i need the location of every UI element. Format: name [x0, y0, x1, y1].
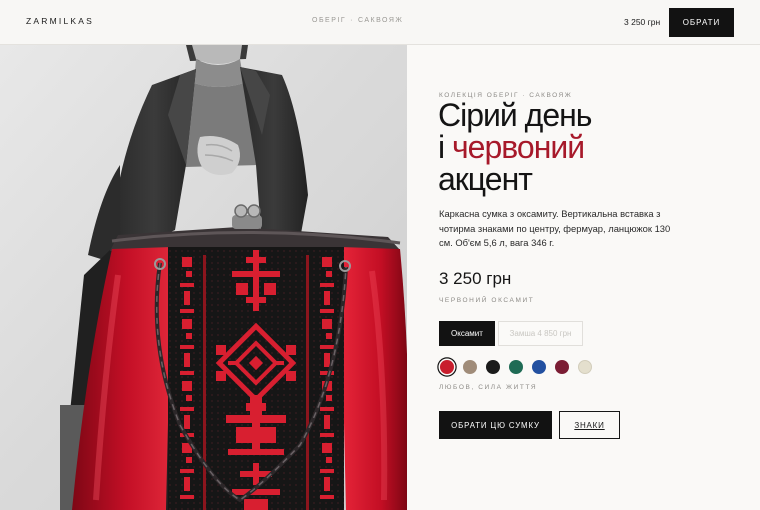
title-line-1: Сірий день [438, 97, 592, 133]
breadcrumb-item-product[interactable]: САКВОЯЖ [358, 17, 403, 24]
top-bar: ZARMILKAS ОБЕРІГ · САКВОЯЖ 3 250 грн ОБРАТ… [0, 0, 760, 45]
product-photo [0, 45, 407, 510]
swatch-green[interactable] [509, 360, 523, 374]
product-price: 3 250 грн [439, 269, 512, 288]
title-accent-word: червоний [452, 129, 585, 165]
signs-button[interactable]: ЗНАКИ [559, 411, 620, 439]
swatch-wine[interactable] [555, 360, 569, 374]
material-option-velvet[interactable]: Оксамит [439, 321, 495, 346]
swatch-taupe[interactable] [463, 360, 477, 374]
swatch-black[interactable] [486, 360, 500, 374]
sign-meaning: ЛЮБОВ, СИЛА ЖИТТЯ [439, 384, 538, 391]
title-line-2-prefix: і [438, 129, 452, 165]
swatch-red[interactable] [440, 360, 454, 374]
breadcrumb-separator: · [350, 17, 354, 24]
title-line-3: акцент [438, 161, 533, 197]
material-option-suede[interactable]: Замша 4 850 грн [498, 321, 583, 346]
header-price: 3 250 грн [624, 17, 661, 27]
product-title: Сірий день і червоний акцент [438, 99, 738, 195]
material-label: ЧЕРВОНИЙ ОКСАМИТ [439, 297, 535, 304]
breadcrumb: ОБЕРІГ · САКВОЯЖ [312, 17, 403, 24]
choose-bag-button[interactable]: ОБРАТИ ЦЮ СУМКУ [439, 411, 552, 439]
swatch-blue[interactable] [532, 360, 546, 374]
product-description: Каркасна сумка з оксамиту. Вертикальна в… [439, 208, 671, 249]
swatch-cream[interactable] [578, 360, 592, 374]
header-choose-button[interactable]: ОБРАТИ [669, 8, 734, 37]
breadcrumb-item-collection[interactable]: ОБЕРІГ [312, 17, 346, 24]
product-photo-illustration [0, 45, 407, 510]
brand-logo[interactable]: ZARMILKAS [26, 16, 94, 26]
